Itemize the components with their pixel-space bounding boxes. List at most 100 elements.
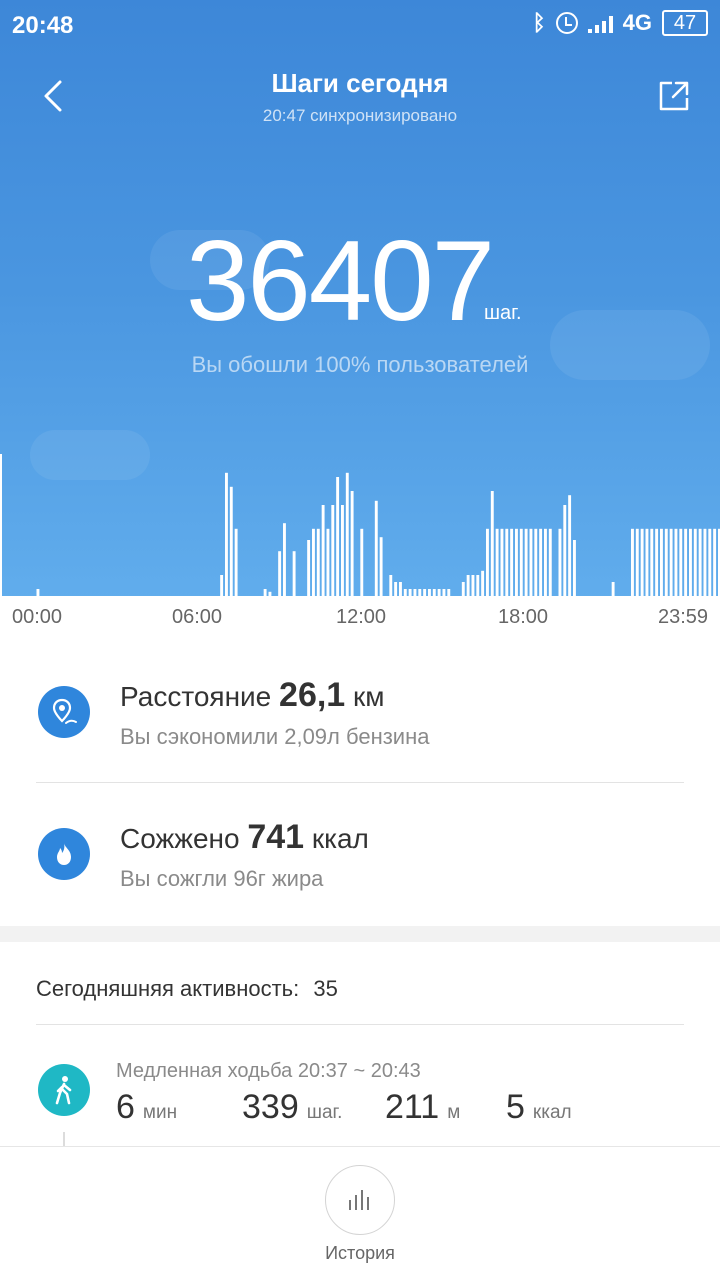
chart-bar — [660, 528, 663, 596]
battery-icon: 47 — [662, 10, 708, 36]
step-unit: шаг. — [484, 302, 522, 324]
distance-unit: м — [447, 1102, 461, 1123]
x-tick-label: 00:00 — [12, 606, 63, 628]
distance-card[interactable]: Расстояние 26,1 км Вы сэкономили 2,09л б… — [0, 642, 720, 782]
chart-bar — [544, 528, 547, 596]
chart-bar — [548, 528, 552, 596]
calories-card[interactable]: Сожжено 741 ккал Вы сожгли 96г жира — [0, 784, 720, 924]
chart-bar — [703, 528, 707, 596]
chart-bar — [655, 528, 659, 596]
chart-bar — [664, 528, 668, 596]
step-count: 36407 — [186, 218, 495, 345]
chart-bar — [437, 589, 441, 596]
chart-bar — [563, 505, 567, 596]
walking-icon — [38, 1064, 90, 1116]
chart-bar — [403, 589, 407, 596]
history-button[interactable] — [325, 1165, 395, 1235]
chart-bar — [539, 528, 543, 596]
chart-bar — [669, 528, 673, 596]
calories-value: 5 — [506, 1088, 525, 1126]
percentile-caption: Вы обошли 100% пользователей — [191, 352, 529, 377]
chart-bar — [316, 528, 320, 596]
chart-bar — [534, 528, 538, 596]
chart-bar — [650, 528, 654, 596]
chart-bar — [568, 495, 572, 596]
chart-bar — [611, 582, 615, 596]
chart-bar — [486, 528, 489, 596]
x-tick-label: 18:00 — [498, 606, 549, 628]
chart-bar — [408, 589, 412, 596]
chart-bar — [679, 528, 683, 596]
chart-bar — [278, 551, 282, 596]
chart-bar — [292, 551, 296, 596]
chart-x-axis: 00:00 06:00 12:00 18:00 23:59 — [0, 596, 720, 640]
chart-bar — [490, 491, 494, 596]
chart-bar — [413, 589, 417, 596]
duration-value: 6 — [116, 1088, 135, 1126]
divider — [36, 1024, 684, 1025]
chart-bar — [432, 589, 436, 596]
divider — [36, 782, 684, 783]
chart-bar — [312, 528, 315, 596]
chart-bar — [515, 528, 518, 596]
chart-bar — [558, 528, 562, 596]
chart-bar — [283, 523, 286, 596]
chart-bar — [713, 528, 717, 596]
calories-note: Вы сожгли 96г жира — [120, 866, 324, 891]
steps-histogram — [0, 454, 720, 596]
distance-label: Расстояние — [120, 681, 272, 712]
page-title: Шаги сегодня — [271, 68, 449, 98]
chart-bar — [674, 528, 678, 596]
chart-bar — [524, 528, 528, 596]
chart-bar — [442, 589, 446, 596]
chart-bar — [418, 589, 422, 596]
chart-bar — [389, 575, 393, 596]
signal-icon — [587, 13, 613, 33]
chart-bar — [461, 582, 465, 596]
chart-bar — [684, 528, 688, 596]
chart-axis-line — [0, 454, 2, 596]
chart-bar — [495, 528, 499, 596]
chart-bar — [471, 575, 475, 596]
chart-bar — [505, 528, 509, 596]
chart-bar — [220, 575, 224, 596]
chart-bar — [698, 528, 702, 596]
steps-value: 339 — [242, 1088, 299, 1126]
activity-label: Медленная ходьба 20:37 ~ 20:43 — [116, 1060, 421, 1082]
calories-value: 741 — [247, 818, 305, 856]
chart-bar — [640, 528, 644, 596]
chart-bar — [234, 528, 238, 596]
chart-bar — [529, 528, 533, 596]
status-bar: 20:48 ᛒ 4G 47 — [0, 0, 720, 52]
location-pin-icon — [38, 686, 90, 738]
chart-bar — [510, 528, 514, 596]
section-separator — [0, 926, 720, 942]
chart-bar — [394, 582, 398, 596]
chart-bar — [336, 477, 340, 596]
chart-bar — [350, 491, 354, 596]
hero-panel: 20:48 ᛒ 4G 47 Шаги сегодня 20:47 синхрон… — [0, 0, 720, 640]
x-tick-label: 23:59 — [658, 606, 709, 628]
bar-chart-icon — [349, 1190, 369, 1210]
chart-bar — [481, 570, 485, 596]
activity-count: 35 — [313, 976, 338, 1001]
history-label: История — [325, 1243, 395, 1263]
chart-bar — [331, 505, 335, 596]
chart-bar — [374, 500, 378, 596]
calories-unit: ккал — [532, 1102, 572, 1123]
bluetooth-icon: ᛒ — [532, 10, 546, 35]
chart-bar — [635, 528, 639, 596]
duration-unit: мин — [142, 1102, 178, 1123]
calories-title: Сожжено 741 ккал — [120, 818, 369, 857]
battery-level: 47 — [673, 11, 697, 34]
status-time: 20:48 — [12, 12, 74, 39]
sync-status: 20:47 синхронизировано — [262, 106, 458, 125]
status-icons: ᛒ 4G 47 — [532, 10, 708, 36]
share-button[interactable] — [656, 78, 692, 114]
activity-heading: Сегодняшняя активность: 35 — [36, 976, 338, 1002]
distance-unit: км — [353, 681, 385, 712]
chart-bar — [631, 528, 634, 596]
x-tick-label: 06:00 — [172, 606, 223, 628]
chart-bar — [500, 528, 504, 596]
activity-heading-label: Сегодняшняя активность: — [36, 976, 300, 1001]
